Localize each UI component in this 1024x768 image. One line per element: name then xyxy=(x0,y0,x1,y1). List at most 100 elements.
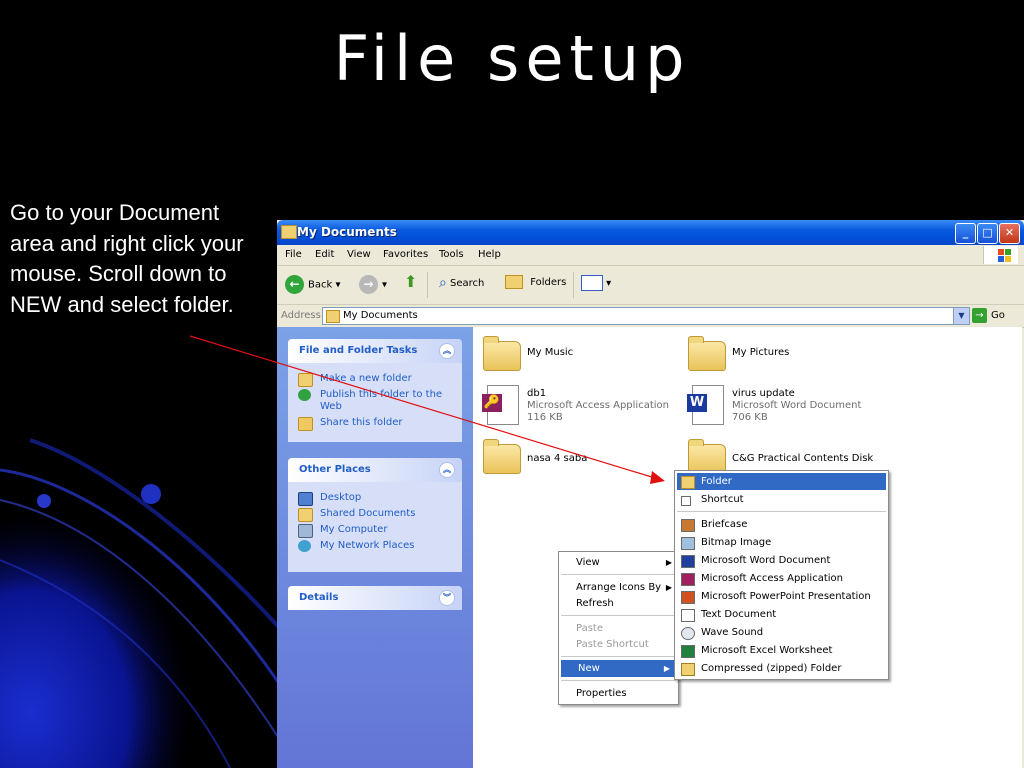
task-label: Publish this folder to the Web xyxy=(320,389,443,412)
close-button[interactable]: ✕ xyxy=(999,223,1020,244)
task-make-new-folder[interactable]: Make a new folder xyxy=(298,373,462,387)
chevron-down-icon[interactable]: ▼ xyxy=(953,308,969,324)
menu-favorites[interactable]: Favorites xyxy=(383,249,428,260)
menu-item-label: Briefcase xyxy=(701,519,748,530)
task-share-folder[interactable]: Share this folder xyxy=(298,417,462,431)
word-file-icon: W xyxy=(687,385,724,425)
new-item-shortcut[interactable]: Shortcut xyxy=(677,491,886,508)
access-file-icon: 🔑 xyxy=(482,385,519,425)
folders-button[interactable]: Folders xyxy=(505,275,566,289)
file-size: 706 KB xyxy=(732,412,768,423)
toolbar-separator xyxy=(427,272,428,298)
menu-item-label: Text Document xyxy=(701,609,777,620)
publish-globe-icon xyxy=(298,389,311,401)
search-icon: ⌕ xyxy=(439,275,447,291)
new-item-briefcase[interactable]: Briefcase xyxy=(677,516,886,533)
new-item-folder[interactable]: Folder xyxy=(677,473,886,490)
menu-item-label: Microsoft Access Application xyxy=(701,573,843,584)
menu-item-new[interactable]: New ▶ xyxy=(561,660,676,677)
submenu-arrow-icon: ▶ xyxy=(665,583,672,592)
views-button[interactable]: ▾ xyxy=(581,275,611,291)
title-bar[interactable]: My Documents _ □ ✕ xyxy=(277,220,1024,245)
menu-item-label: Microsoft Excel Worksheet xyxy=(701,645,833,656)
share-folder-icon xyxy=(298,417,313,431)
menu-separator xyxy=(677,511,886,512)
file-size: 116 KB xyxy=(527,412,563,423)
file-type: Microsoft Word Document xyxy=(732,400,862,411)
minimize-button[interactable]: _ xyxy=(955,223,976,244)
menu-edit[interactable]: Edit xyxy=(315,249,334,260)
new-item-powerpoint[interactable]: Microsoft PowerPoint Presentation xyxy=(677,588,886,605)
file-name: My Pictures xyxy=(732,347,790,358)
panel-header[interactable]: Other Places ︽ xyxy=(288,458,462,482)
task-label: Make a new folder xyxy=(320,373,412,384)
new-item-word[interactable]: Microsoft Word Document xyxy=(677,552,886,569)
menu-item-label: Shortcut xyxy=(701,494,744,505)
new-item-bitmap[interactable]: Bitmap Image xyxy=(677,534,886,551)
back-button[interactable]: ← Back ▾ xyxy=(285,275,340,294)
address-value: My Documents xyxy=(343,310,418,321)
menu-tools[interactable]: Tools xyxy=(439,249,464,260)
panel-header[interactable]: Details ︾ xyxy=(288,586,462,610)
views-icon xyxy=(581,275,603,291)
menu-item-view[interactable]: View ▶ xyxy=(559,554,678,571)
folder-icon xyxy=(326,310,340,323)
menu-bar: File Edit View Favorites Tools Help xyxy=(277,245,1024,266)
place-shared-documents[interactable]: Shared Documents xyxy=(298,508,462,522)
place-my-computer[interactable]: My Computer xyxy=(298,524,462,538)
menu-item-properties[interactable]: Properties xyxy=(559,685,678,702)
file-folder-tasks-panel: File and Folder Tasks ︽ Make a new folde… xyxy=(288,339,462,442)
menu-item-label: Bitmap Image xyxy=(701,537,772,548)
folder-icon xyxy=(681,476,695,489)
up-folder-button[interactable]: ⬆ xyxy=(404,272,417,291)
new-submenu: Folder Shortcut Briefcase Bitmap Image M… xyxy=(674,470,889,680)
menu-item-arrange-icons[interactable]: Arrange Icons By ▶ xyxy=(559,579,678,596)
place-desktop[interactable]: Desktop xyxy=(298,492,462,506)
place-my-network[interactable]: My Network Places xyxy=(298,540,462,552)
new-item-excel[interactable]: Microsoft Excel Worksheet xyxy=(677,642,886,659)
panel-header[interactable]: File and Folder Tasks ︽ xyxy=(288,339,462,363)
menu-item-refresh[interactable]: Refresh xyxy=(559,595,678,612)
expand-chevron-icon[interactable]: ︾ xyxy=(439,590,455,606)
toolbar-separator xyxy=(573,272,574,298)
new-item-zip[interactable]: Compressed (zipped) Folder xyxy=(677,660,886,677)
excel-icon xyxy=(681,645,695,658)
menu-item-label: View xyxy=(576,557,600,568)
folders-icon xyxy=(505,275,523,289)
new-item-access[interactable]: Microsoft Access Application xyxy=(677,570,886,587)
shared-folder-icon xyxy=(298,508,313,522)
briefcase-icon xyxy=(681,519,695,532)
computer-icon xyxy=(298,524,313,538)
menu-item-paste-shortcut[interactable]: Paste Shortcut xyxy=(559,636,678,653)
submenu-arrow-icon: ▶ xyxy=(663,664,670,673)
address-label: Address xyxy=(281,310,321,321)
task-publish-folder[interactable]: Publish this folder to the Web xyxy=(298,389,462,413)
new-item-wave[interactable]: Wave Sound xyxy=(677,624,886,641)
submenu-arrow-icon: ▶ xyxy=(665,558,672,567)
access-icon xyxy=(681,573,695,586)
file-name: My Music xyxy=(527,347,574,358)
go-button[interactable]: → Go xyxy=(972,308,1005,323)
address-field[interactable]: My Documents ▼ xyxy=(322,307,970,325)
access-badge-icon: 🔑 xyxy=(482,394,502,412)
place-label: My Computer xyxy=(320,524,388,535)
menu-file[interactable]: File xyxy=(285,249,302,260)
menu-item-label: Wave Sound xyxy=(701,627,764,638)
forward-button[interactable]: → ▾ xyxy=(359,275,387,294)
menu-item-paste[interactable]: Paste xyxy=(559,620,678,637)
slide-title: File setup xyxy=(333,22,691,95)
menu-help[interactable]: Help xyxy=(478,249,501,260)
menu-view[interactable]: View xyxy=(347,249,371,260)
file-name: virus update xyxy=(732,388,795,399)
new-item-text[interactable]: Text Document xyxy=(677,606,886,623)
back-label: Back xyxy=(308,279,333,291)
menu-separator xyxy=(561,680,676,681)
panel-title: Details xyxy=(299,592,339,603)
search-button[interactable]: ⌕ Search xyxy=(439,275,484,291)
file-details: db1 Microsoft Access Application 116 KB xyxy=(527,388,669,424)
collapse-chevron-icon[interactable]: ︽ xyxy=(439,343,455,359)
new-folder-icon xyxy=(298,373,313,387)
collapse-chevron-icon[interactable]: ︽ xyxy=(439,462,455,478)
maximize-button[interactable]: □ xyxy=(977,223,998,244)
menu-item-label: Arrange Icons By xyxy=(576,582,662,593)
